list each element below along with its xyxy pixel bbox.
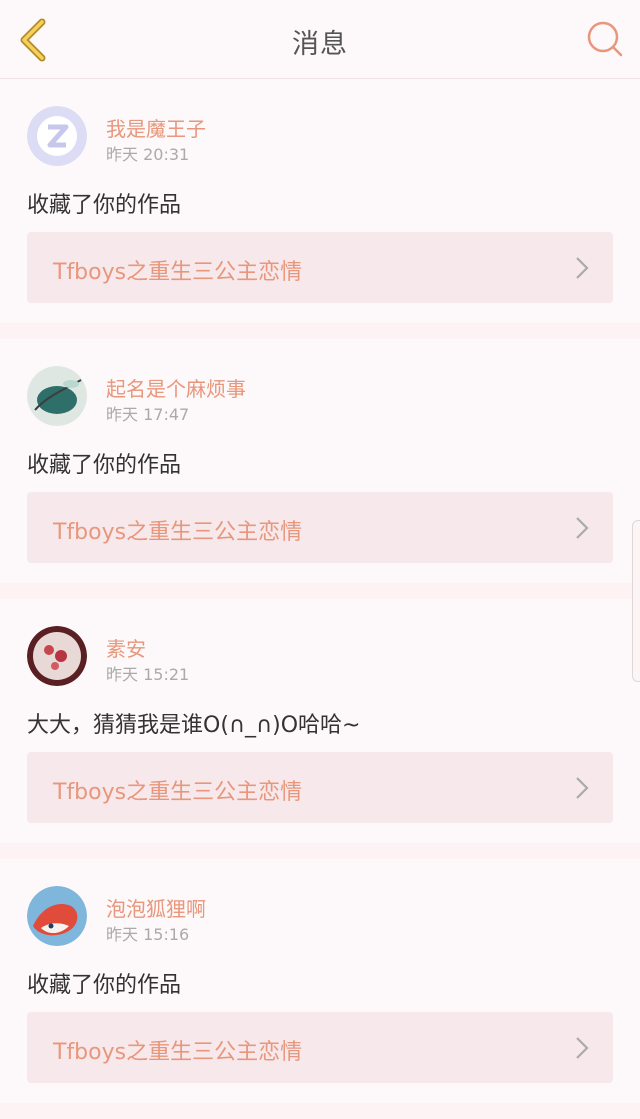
username[interactable]: 素安 (106, 633, 146, 662)
chevron-right-icon (576, 517, 589, 539)
timestamp: 昨天 15:16 (106, 925, 190, 944)
work-title: Tfboys之重生三公主恋情 (53, 520, 303, 545)
work-title: Tfboys之重生三公主恋情 (53, 260, 303, 285)
scrollbar-handle[interactable] (632, 520, 640, 682)
chevron-right-icon (576, 257, 589, 279)
message-card: 起名是个麻烦事 昨天 17:47 收藏了你的作品 Tfboys之重生三公主恋情 (0, 339, 640, 583)
work-link[interactable]: Tfboys之重生三公主恋情 (27, 752, 613, 823)
timestamp: 昨天 20:31 (106, 145, 190, 164)
avatar[interactable] (27, 626, 87, 686)
work-link[interactable]: Tfboys之重生三公主恋情 (27, 232, 613, 303)
chevron-right-icon (576, 1037, 589, 1059)
message-list: 我是魔王子 昨天 20:31 收藏了你的作品 Tfboys之重生三公主恋情 起名… (0, 79, 640, 1119)
message-card: 泡泡狐狸啊 昨天 15:16 收藏了你的作品 Tfboys之重生三公主恋情 (0, 859, 640, 1103)
page-title: 消息 (292, 29, 348, 60)
work-link[interactable]: Tfboys之重生三公主恋情 (27, 1012, 613, 1083)
message-card: 我是魔王子 昨天 20:31 收藏了你的作品 Tfboys之重生三公主恋情 (0, 79, 640, 323)
message-card: 素安 昨天 15:21 大大，猜猜我是谁O(∩_∩)O哈哈~ Tfboys之重生… (0, 599, 640, 843)
chevron-right-icon (576, 777, 589, 799)
message-text: 大大，猜猜我是谁O(∩_∩)O哈哈~ (27, 713, 361, 738)
timestamp: 昨天 15:21 (106, 665, 190, 684)
message-text: 收藏了你的作品 (27, 453, 182, 478)
message-text: 收藏了你的作品 (27, 193, 182, 218)
avatar[interactable] (27, 886, 87, 946)
search-icon[interactable] (586, 20, 624, 58)
work-link[interactable]: Tfboys之重生三公主恋情 (27, 492, 613, 563)
work-title: Tfboys之重生三公主恋情 (53, 780, 303, 805)
username[interactable]: 泡泡狐狸啊 (106, 893, 206, 922)
avatar[interactable] (27, 366, 87, 426)
username[interactable]: 我是魔王子 (106, 113, 206, 142)
work-title: Tfboys之重生三公主恋情 (53, 1040, 303, 1065)
avatar[interactable] (27, 106, 87, 166)
timestamp: 昨天 17:47 (106, 405, 190, 424)
username[interactable]: 起名是个麻烦事 (106, 373, 246, 402)
message-text: 收藏了你的作品 (27, 973, 182, 998)
top-navigation-bar: 消息 (0, 0, 640, 79)
